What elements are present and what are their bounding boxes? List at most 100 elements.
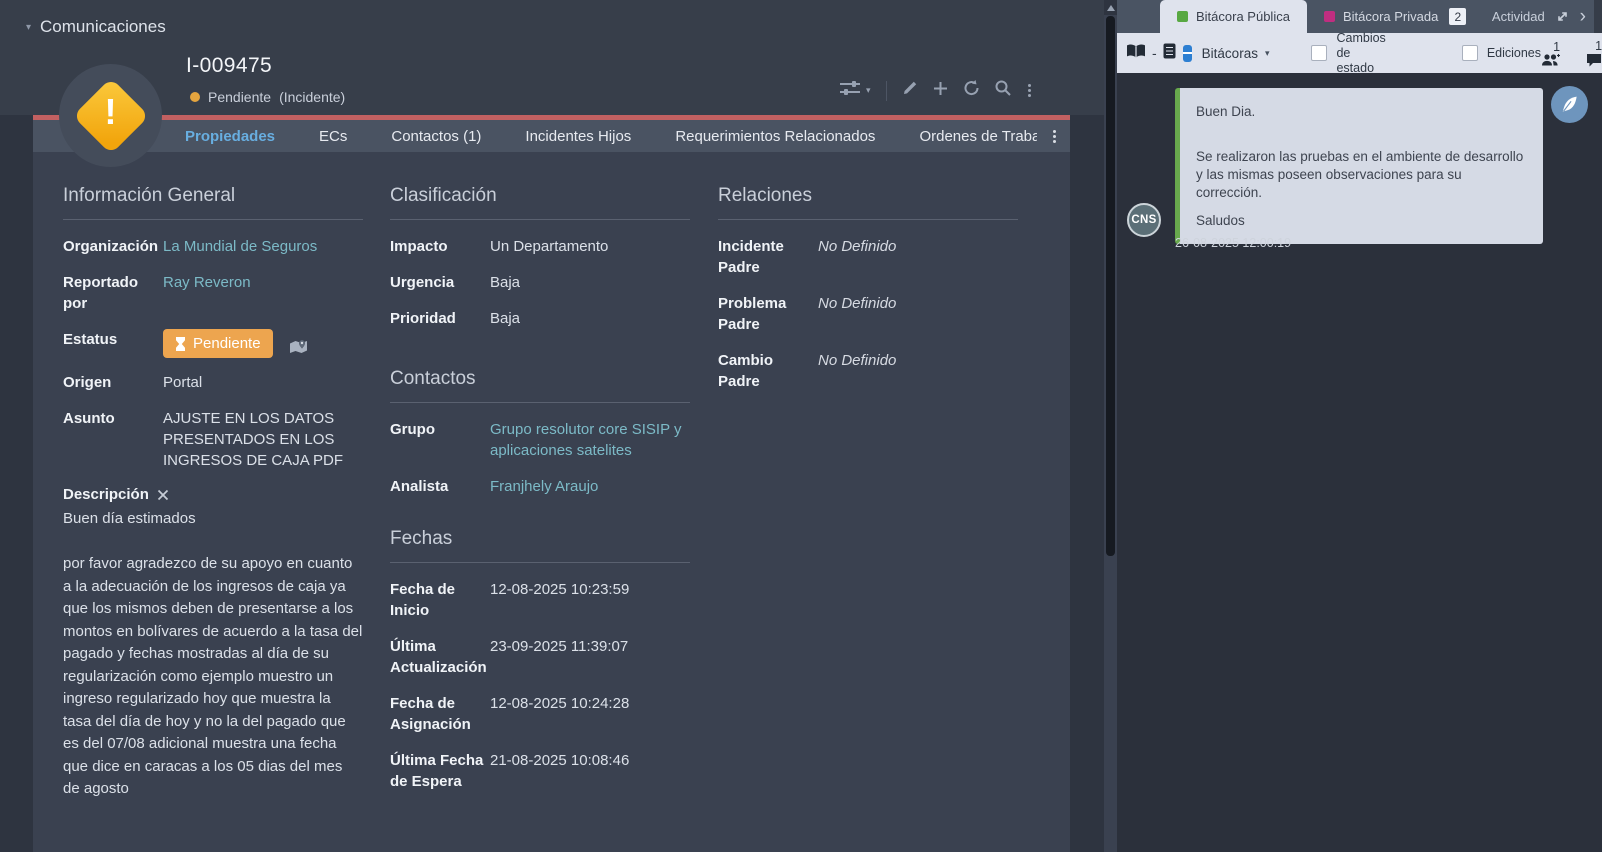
tab-actividad[interactable]: Actividad ›	[1492, 0, 1602, 33]
tab-incidentes-hijos[interactable]: Incidentes Hijos	[525, 128, 631, 145]
asunto-value: AJUSTE EN LOS DATOS PRESENTADOS EN LOS I…	[163, 408, 363, 471]
status-text: Pendiente	[208, 89, 271, 105]
status-badge[interactable]: Pendiente	[163, 329, 273, 358]
scrollbar-thumb[interactable]	[1106, 16, 1115, 556]
expand-diagonal-icon[interactable]	[1556, 10, 1569, 23]
author-avatar[interactable]: CNS	[1127, 203, 1161, 237]
field-organizacion: Organización La Mundial de Seguros	[63, 236, 363, 257]
field-fecha-asignacion: Fecha de Asignación 12-08-2025 10:24:28	[390, 693, 690, 735]
tab-requerimientos-relacionados[interactable]: Requerimientos Relacionados	[675, 128, 875, 145]
search-icon[interactable]	[995, 80, 1011, 101]
caret-down-icon: ▾	[1265, 48, 1270, 59]
field-cambio-padre: Cambio Padre No Definido	[718, 350, 1018, 392]
section-title: Información General	[63, 185, 363, 220]
field-label: Problema Padre	[718, 293, 818, 335]
section-relaciones: Relaciones Incidente Padre No Definido P…	[718, 185, 1018, 407]
field-problema-padre: Problema Padre No Definido	[718, 293, 1018, 335]
organizacion-link[interactable]: La Mundial de Seguros	[163, 236, 363, 257]
field-label: Urgencia	[390, 272, 490, 293]
ediciones-checkbox[interactable]	[1462, 45, 1478, 61]
log-comment-bubble: Buen Dia. Se realizaron las pruebas en e…	[1175, 88, 1543, 244]
bitacoras-label: Bitácoras	[1202, 46, 1258, 61]
edit-pencil-icon[interactable]	[902, 80, 918, 101]
urgencia-value: Baja	[490, 272, 690, 293]
main-scrollbar[interactable]	[1104, 0, 1117, 852]
cambios-checkbox[interactable]	[1311, 45, 1327, 61]
quill-icon	[1560, 95, 1579, 114]
refresh-icon[interactable]	[963, 80, 980, 101]
analista-link[interactable]: Franjhely Araujo	[490, 476, 690, 497]
ticket-avatar: !	[59, 64, 162, 167]
book-open-icon[interactable]	[1127, 44, 1145, 63]
log-panel: Bitácora Pública Bitácora Privada 2 Acti…	[1117, 0, 1602, 852]
comments-count: 1	[1595, 39, 1602, 53]
field-urgencia: Urgencia Baja	[390, 272, 690, 293]
expand-icon[interactable]	[157, 489, 169, 501]
ticket-toolbar: ▾	[840, 80, 1064, 101]
field-label: Organización	[63, 236, 163, 257]
tab-propiedades[interactable]: Propiedades	[185, 128, 275, 145]
tab-ordenes-de-trabajo[interactable]: Ordenes de Traba	[919, 128, 1037, 145]
field-label: Prioridad	[390, 308, 490, 329]
field-label: Origen	[63, 372, 163, 393]
private-log-icon	[1324, 11, 1335, 22]
field-incidente-padre: Incidente Padre No Definido	[718, 236, 1018, 278]
reportado-por-link[interactable]: Ray Reveron	[163, 272, 363, 314]
people-icon	[1541, 54, 1560, 66]
comment-body: Se realizaron las pruebas en el ambiente…	[1196, 148, 1527, 202]
cambio-padre-value: No Definido	[818, 350, 1018, 392]
log-tabbar: Bitácora Pública Bitácora Privada 2 Acti…	[1117, 0, 1602, 33]
grupo-link[interactable]: Grupo resolutor core SISIP y aplicacione…	[490, 419, 690, 461]
tab-contactos[interactable]: Contactos (1)	[391, 128, 481, 145]
breadcrumb-label: Comunicaciones	[40, 17, 166, 37]
chevron-right-icon[interactable]: ›	[1580, 7, 1586, 26]
fecha-asignacion-value: 12-08-2025 10:24:28	[490, 693, 690, 735]
comment-timestamp: 26-08-2025 12:00:19	[1175, 236, 1291, 250]
field-label: Reportado por	[63, 272, 163, 314]
toolbar-kebab-menu-icon[interactable]	[1026, 82, 1033, 99]
scrollbar-up-arrow[interactable]	[1104, 0, 1117, 15]
tabs-overflow-icon[interactable]	[1051, 128, 1058, 145]
field-label: Fecha de Asignación	[390, 693, 490, 735]
tab-label: Bitácora Privada	[1343, 9, 1438, 24]
journal-icon[interactable]	[1163, 43, 1176, 64]
collapse-caret-icon[interactable]: ▾	[26, 22, 31, 33]
hourglass-icon	[175, 337, 186, 351]
breadcrumb[interactable]: ▾ Comunicaciones	[26, 17, 166, 37]
ultima-fecha-espera-value: 21-08-2025 10:08:46	[490, 750, 690, 792]
descripcion-body: por favor agradezco de su apoyo en cuant…	[63, 553, 363, 801]
field-impacto: Impacto Un Departamento	[390, 236, 690, 257]
filter-sliders-icon[interactable]	[840, 81, 860, 100]
ticket-type-text: (Incidente)	[279, 89, 345, 105]
field-reportado-por: Reportado por Ray Reveron	[63, 272, 363, 314]
section-title: Relaciones	[718, 185, 1018, 220]
ticket-status-line: Pendiente (Incidente)	[190, 89, 345, 105]
field-label: Última Fecha de Espera	[390, 750, 490, 792]
cambios-de-estado-option: Cambios de estado	[1311, 31, 1385, 76]
workflow-map-icon[interactable]	[289, 339, 308, 355]
tab-bitacora-privada[interactable]: Bitácora Privada 2	[1307, 0, 1483, 33]
log-toolbar: - Bitácoras ▾ Cambios de estado Edicione…	[1117, 33, 1602, 73]
ticket-id-title: I-009475	[186, 54, 272, 78]
tab-bitacora-publica[interactable]: Bitácora Pública	[1160, 0, 1307, 33]
comments-counter: 1	[1586, 39, 1602, 67]
collapse-entries-icon[interactable]	[1183, 45, 1192, 62]
compose-note-button[interactable]	[1551, 86, 1588, 123]
cambios-label: Cambios de estado	[1336, 31, 1385, 76]
section-title: Clasificación	[390, 185, 690, 220]
add-icon[interactable]	[933, 81, 948, 101]
main-region: ▾ Comunicaciones I-009475 Pendiente (Inc…	[0, 0, 1104, 852]
field-label: Cambio Padre	[718, 350, 818, 392]
field-label: Última Actualización	[390, 636, 490, 678]
tab-label: Bitácora Pública	[1196, 9, 1290, 24]
fecha-inicio-value: 12-08-2025 10:23:59	[490, 579, 690, 621]
tab-ecs[interactable]: ECs	[319, 128, 347, 145]
exclamation-mark: !	[105, 94, 117, 130]
field-asunto: Asunto AJUSTE EN LOS DATOS PRESENTADOS E…	[63, 408, 363, 471]
field-ultima-actualizacion: Última Actualización 23-09-2025 11:39:07	[390, 636, 690, 678]
impacto-value: Un Departamento	[490, 236, 690, 257]
bitacoras-dropdown[interactable]: Bitácoras ▾	[1202, 46, 1270, 61]
filter-caret-icon[interactable]: ▾	[866, 85, 871, 96]
private-count-badge: 2	[1449, 8, 1466, 25]
field-label: Grupo	[390, 419, 490, 461]
